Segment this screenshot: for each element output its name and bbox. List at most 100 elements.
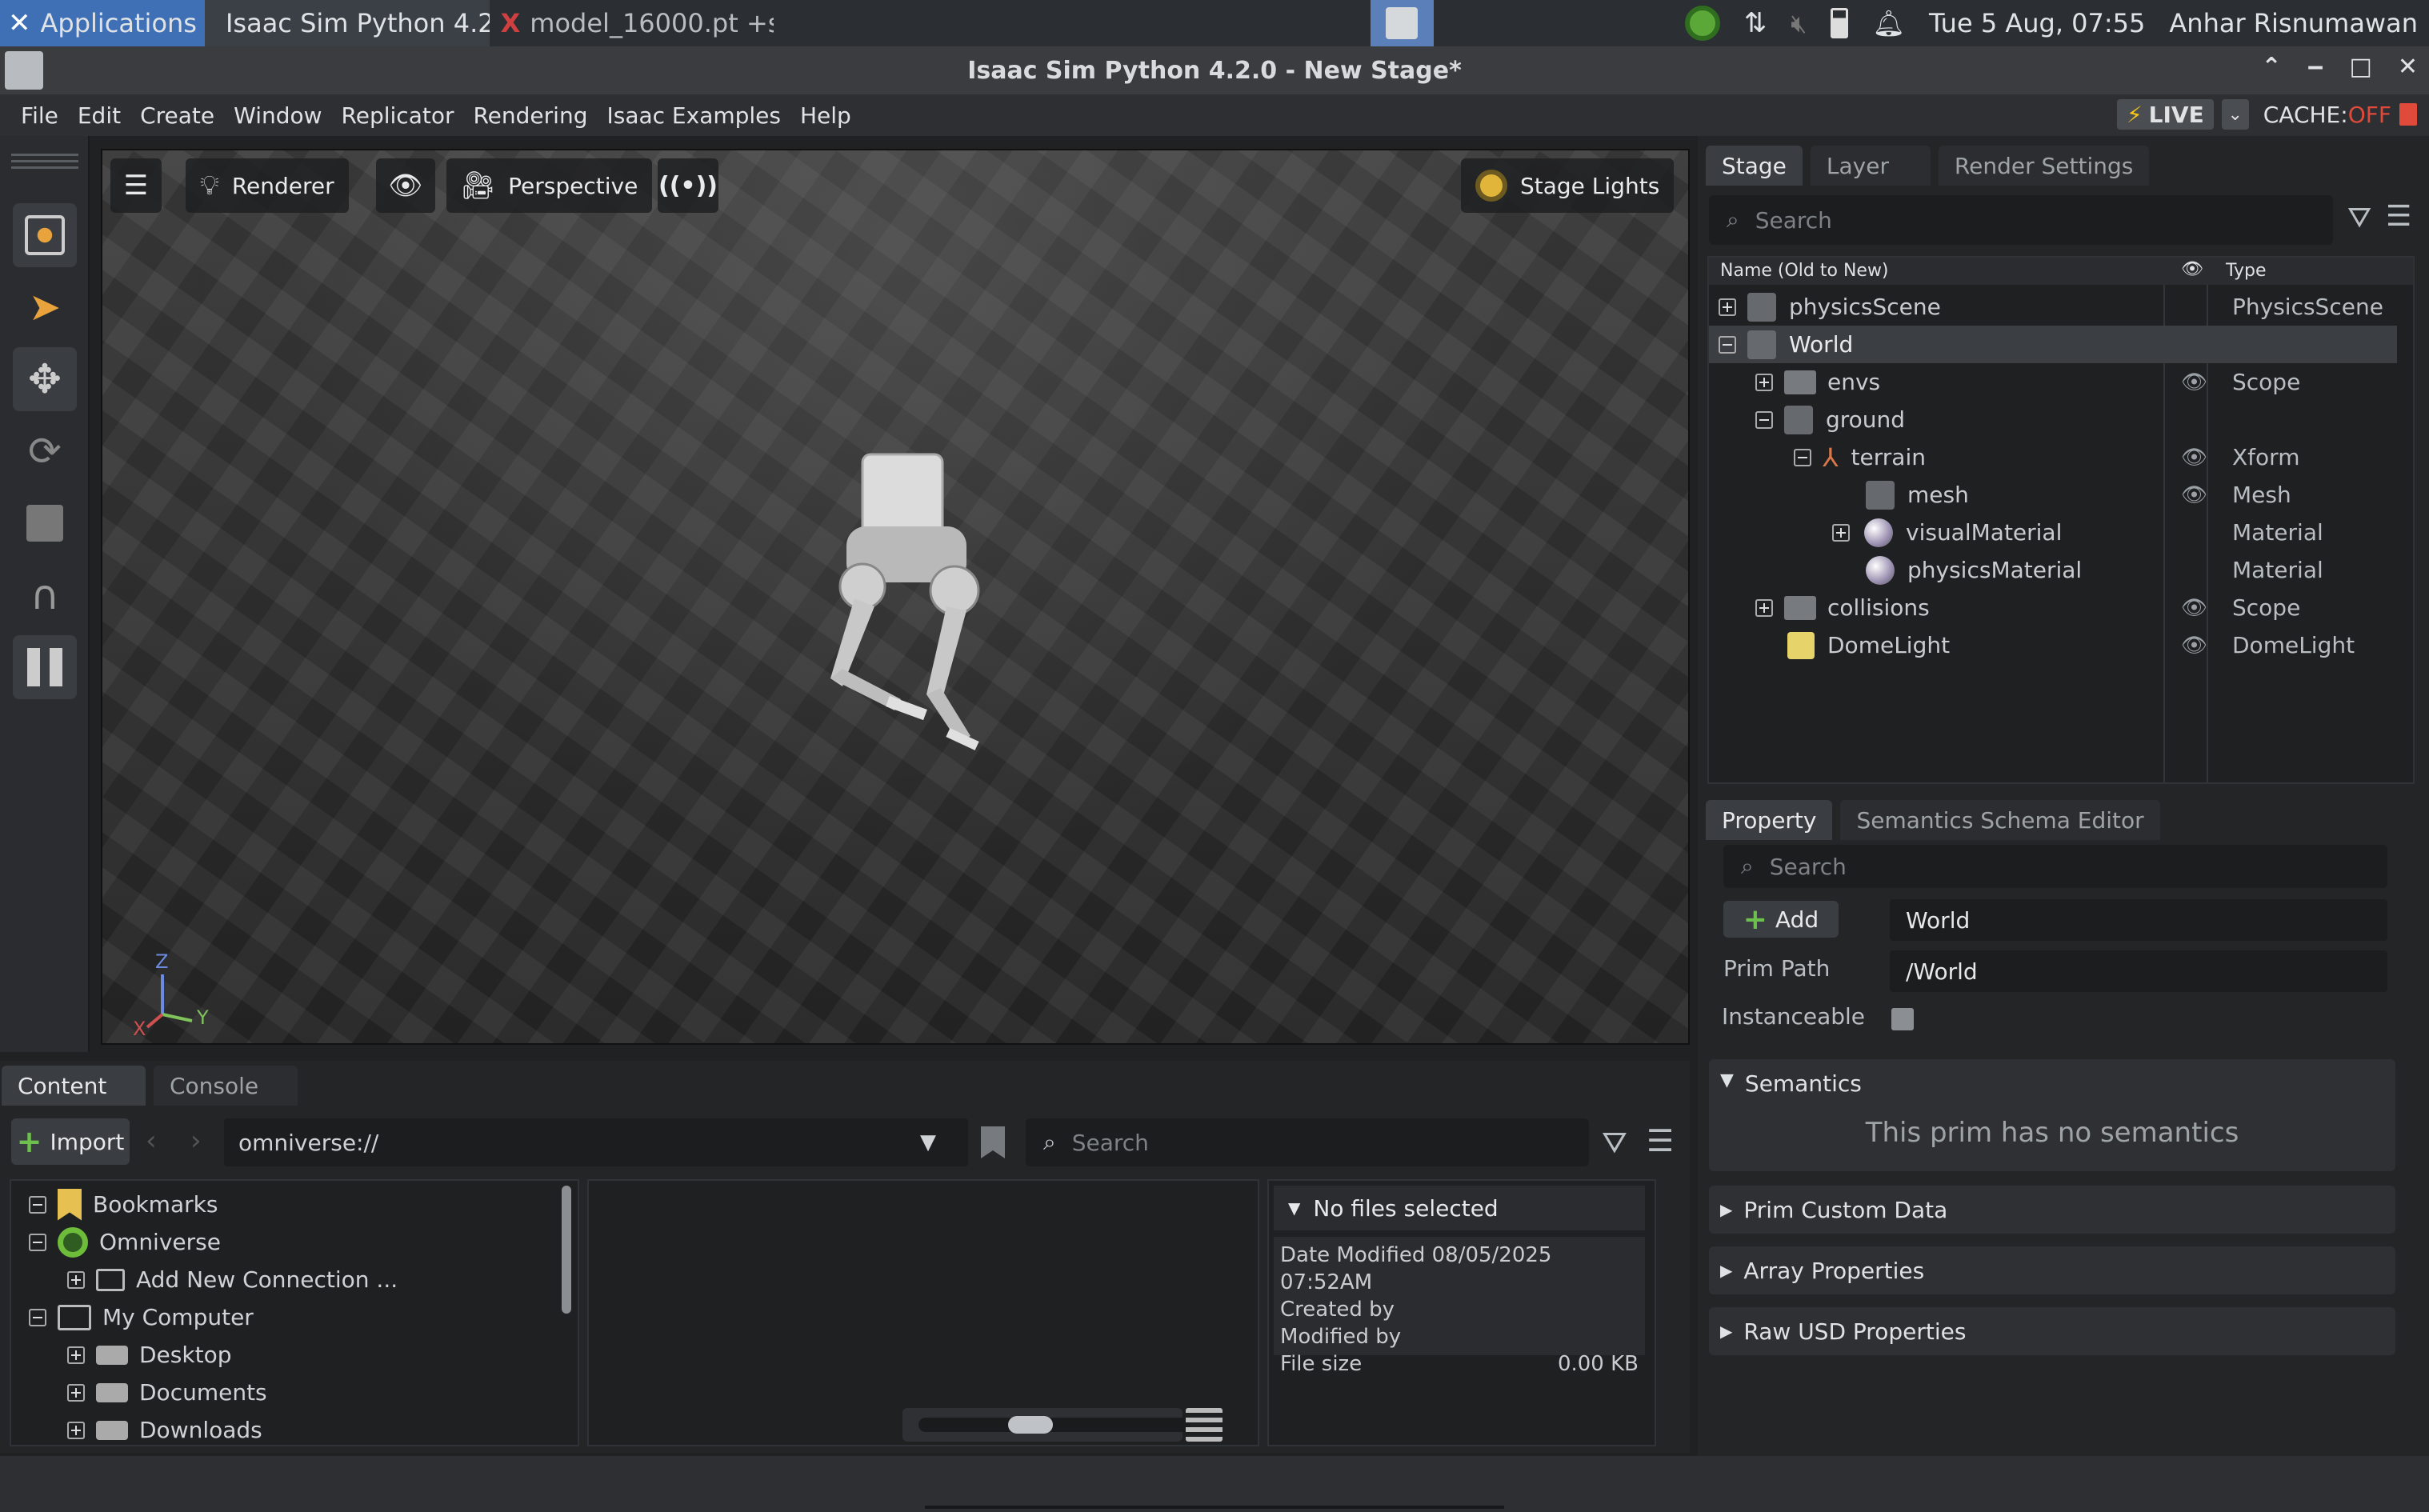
- path-field[interactable]: omniverse:// ▼: [224, 1118, 968, 1166]
- tab-semantics-schema-editor[interactable]: Semantics Schema Editor: [1840, 800, 2160, 840]
- maximize-icon[interactable]: □: [2350, 53, 2372, 81]
- rotate-tool[interactable]: ⟳: [13, 419, 77, 483]
- expand-icon[interactable]: [67, 1421, 85, 1439]
- menu-isaac-examples[interactable]: Isaac Examples: [597, 102, 790, 129]
- live-dropdown-icon[interactable]: ⌄: [2221, 99, 2249, 130]
- collapse-icon[interactable]: [1755, 410, 1773, 429]
- menu-file[interactable]: File: [11, 102, 68, 129]
- file-tree-scrollbar[interactable]: [562, 1186, 571, 1314]
- viewport-settings-button[interactable]: ☰: [110, 158, 162, 213]
- viewport-3d[interactable]: ☰ 💡︎ Renderer 👁︎ 🎥︎ Perspective ((•)) St…: [101, 149, 1690, 1045]
- bookmark-icon[interactable]: [981, 1126, 1005, 1158]
- column-type[interactable]: Type: [2226, 261, 2267, 281]
- add-property-button[interactable]: + Add: [1723, 901, 1839, 938]
- file-grid[interactable]: [587, 1179, 1259, 1446]
- tab-property[interactable]: Property: [1706, 800, 1833, 840]
- column-name[interactable]: Name (Old to New): [1720, 261, 1889, 281]
- list-view-icon[interactable]: [1186, 1408, 1223, 1442]
- camera-button[interactable]: 🎥︎ Perspective: [446, 158, 653, 213]
- prim-path-field[interactable]: /World: [1890, 950, 2387, 992]
- tree-row-visualmaterial[interactable]: visualMaterial Material: [1709, 514, 2397, 551]
- collapse-icon[interactable]: [29, 1308, 46, 1326]
- live-button[interactable]: ⚡︎ LIVE: [2117, 99, 2214, 130]
- array-properties-section[interactable]: ▶ Array Properties: [1709, 1246, 2395, 1294]
- volume-muted-icon[interactable]: 🔇︎: [1791, 8, 1807, 39]
- stage-search-input[interactable]: ⌕ Search: [1709, 195, 2333, 245]
- forward-arrow-icon[interactable]: ›: [190, 1125, 202, 1157]
- collapse-icon[interactable]: [1794, 448, 1811, 466]
- raw-usd-properties-section[interactable]: ▶ Raw USD Properties: [1709, 1307, 2395, 1355]
- tree-row-mesh[interactable]: mesh 👁︎ Mesh: [1709, 476, 2397, 514]
- property-search-input[interactable]: ⌕ Search: [1723, 845, 2387, 888]
- stage-options-icon[interactable]: ☰: [2386, 200, 2411, 233]
- tab-console[interactable]: Console: [154, 1066, 298, 1106]
- tree-bookmarks[interactable]: Bookmarks: [29, 1186, 218, 1223]
- shade-icon[interactable]: ⌃: [2261, 53, 2281, 81]
- menu-create[interactable]: Create: [130, 102, 224, 129]
- slider-thumb[interactable]: [1008, 1416, 1053, 1434]
- visibility-button[interactable]: 👁︎: [376, 158, 435, 213]
- taskbar-window-isaac[interactable]: Isaac Sim Python 4.2.0 -...: [204, 0, 490, 46]
- move-tool[interactable]: ✥: [13, 347, 77, 411]
- cache-state[interactable]: OFF: [2348, 102, 2391, 128]
- visibility-eye-icon[interactable]: 👁︎: [2181, 596, 2207, 620]
- select-mode-tool[interactable]: [13, 203, 77, 267]
- visibility-eye-icon[interactable]: 👁︎: [2181, 370, 2207, 394]
- menu-replicator[interactable]: Replicator: [332, 102, 464, 129]
- back-arrow-icon[interactable]: ‹: [146, 1125, 157, 1157]
- tab-content[interactable]: Content: [2, 1066, 146, 1106]
- tree-row-ground[interactable]: ground: [1709, 401, 2397, 438]
- tree-row-physicsscene[interactable]: physicsScene PhysicsScene: [1709, 288, 2397, 326]
- broadcast-button[interactable]: ((•)): [658, 158, 718, 213]
- collapse-icon[interactable]: [1719, 335, 1736, 354]
- column-visibility-icon[interactable]: 👁︎: [2181, 259, 2203, 279]
- tab-stage[interactable]: Stage: [1706, 146, 1803, 186]
- select-tool[interactable]: ➤: [13, 275, 77, 339]
- content-search-input[interactable]: ⌕ Search: [1026, 1118, 1589, 1166]
- menu-rendering[interactable]: Rendering: [463, 102, 597, 129]
- toolstrip-grip-icon[interactable]: [11, 154, 78, 173]
- semantics-section[interactable]: ▼ Semantics This prim has no semantics: [1709, 1059, 2395, 1171]
- snap-tool[interactable]: ∩: [13, 563, 77, 627]
- expand-icon[interactable]: [1719, 298, 1736, 316]
- tree-row-terrain[interactable]: ⅄ terrain 👁︎ Xform: [1709, 438, 2397, 476]
- scale-tool[interactable]: [13, 491, 77, 555]
- tree-row-collisions[interactable]: collisions 👁︎ Scope: [1709, 589, 2397, 626]
- visibility-eye-icon[interactable]: 👁︎: [2181, 483, 2207, 507]
- stage-lights-button[interactable]: Stage Lights: [1461, 158, 1675, 213]
- tree-omniverse[interactable]: Omniverse: [29, 1223, 221, 1261]
- tab-render-settings[interactable]: Render Settings: [1938, 146, 2150, 186]
- tree-downloads[interactable]: Downloads: [67, 1411, 262, 1449]
- content-filter-icon[interactable]: ⛛: [1602, 1125, 1627, 1161]
- taskbar-active-indicator[interactable]: [1371, 0, 1434, 46]
- tab-layer[interactable]: Layer: [1810, 146, 1931, 186]
- tree-desktop[interactable]: Desktop: [67, 1336, 231, 1374]
- expand-icon[interactable]: [67, 1383, 85, 1402]
- taskbar-window-model[interactable]: X model_16000.pt +simul...: [490, 0, 774, 46]
- applications-menu[interactable]: ✕ Applications: [0, 0, 205, 46]
- import-button[interactable]: + Import: [11, 1118, 130, 1165]
- close-icon[interactable]: ✕: [2398, 53, 2418, 81]
- tree-add-connection[interactable]: Add New Connection ...: [67, 1261, 398, 1298]
- prim-name-field[interactable]: World: [1890, 899, 2387, 941]
- content-options-icon[interactable]: ☰: [1647, 1123, 1674, 1158]
- pause-tool[interactable]: [13, 635, 77, 699]
- cache-icon[interactable]: [2399, 103, 2417, 126]
- path-dropdown-icon[interactable]: ▼: [920, 1130, 936, 1154]
- stage-filter-icon[interactable]: ⛛: [2347, 202, 2371, 235]
- clock[interactable]: Tue 5 Aug, 07:55: [1929, 8, 2145, 38]
- prim-custom-data-section[interactable]: ▶ Prim Custom Data: [1709, 1186, 2395, 1234]
- tree-row-world[interactable]: World: [1709, 326, 2397, 363]
- visibility-eye-icon[interactable]: 👁︎: [2181, 446, 2207, 470]
- tree-documents[interactable]: Documents: [67, 1374, 267, 1411]
- details-header[interactable]: ▼ No files selected: [1274, 1186, 1645, 1230]
- network-icon[interactable]: ⇅: [1744, 7, 1767, 39]
- robot-model[interactable]: [806, 438, 1014, 774]
- menu-edit[interactable]: Edit: [68, 102, 130, 129]
- window-titlebar[interactable]: Isaac Sim Python 4.2.0 - New Stage* ⌃ ‒ …: [0, 46, 2429, 94]
- expand-icon[interactable]: [1755, 598, 1773, 617]
- tree-row-envs[interactable]: envs 👁︎ Scope: [1709, 363, 2397, 401]
- thumbnail-size-slider[interactable]: [902, 1408, 1190, 1442]
- tree-my-computer[interactable]: My Computer: [29, 1298, 254, 1336]
- expand-icon[interactable]: [67, 1346, 85, 1364]
